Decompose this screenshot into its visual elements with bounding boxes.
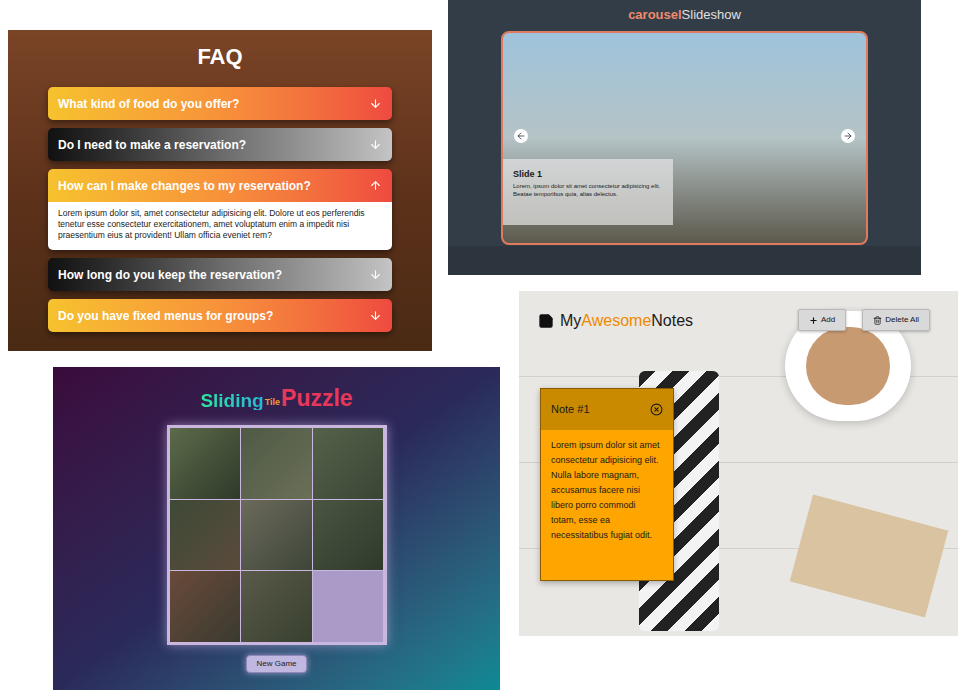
add-button[interactable]: Add — [798, 309, 846, 331]
faq-item: Do you have fixed menus for groups? — [48, 299, 392, 332]
faq-answer: Lorem ipsum dolor sit, amet consectetur … — [48, 202, 392, 250]
faq-item: Do I need to make a reservation? — [48, 128, 392, 161]
puzzle-tile[interactable] — [170, 428, 241, 499]
faq-item: How can I make changes to my reservation… — [48, 169, 392, 250]
plus-icon — [809, 316, 818, 325]
faq-title: FAQ — [197, 44, 242, 70]
slide-text: Lorem, ipsum dolor sit amet consectetur … — [513, 182, 663, 198]
puzzle-board — [167, 425, 387, 645]
arrow-left-icon — [516, 131, 526, 141]
slide-caption: Slide 1 Lorem, ipsum dolor sit amet conse… — [503, 159, 673, 225]
note-icon — [538, 313, 554, 329]
carousel-title: carouselSlideshow — [628, 7, 741, 23]
faq-question[interactable]: Do I need to make a reservation? — [48, 128, 392, 161]
slide-title: Slide 1 — [513, 169, 663, 180]
puzzle-title: SlidingTilePuzzle — [200, 387, 352, 410]
carousel-footer — [448, 246, 921, 275]
trash-icon — [873, 316, 882, 325]
arrow-up-icon — [369, 179, 382, 192]
slide-frame: Slide 1 Lorem, ipsum dolor sit amet conse… — [501, 31, 868, 245]
faq-item: How long do you keep the reservation? — [48, 258, 392, 291]
puzzle-tile[interactable] — [170, 571, 241, 642]
empty-tile — [313, 571, 384, 642]
carousel-panel: carouselSlideshow Slide 1 Lorem, ipsum dol… — [448, 0, 921, 275]
faq-question[interactable]: What kind of food do you offer? — [48, 87, 392, 120]
puzzle-tile[interactable] — [241, 500, 312, 571]
puzzle-tile[interactable] — [241, 571, 312, 642]
arrow-down-icon — [369, 138, 382, 151]
notes-logo: MyAwesomeNotes — [538, 311, 693, 331]
faq-question[interactable]: How can I make changes to my reservation… — [48, 169, 392, 202]
faq-panel: FAQ What kind of food do you offer? Do I n… — [8, 30, 432, 351]
arrow-down-icon — [369, 309, 382, 322]
arrow-down-icon — [369, 268, 382, 281]
delete-all-button[interactable]: Delete All — [862, 309, 930, 331]
puzzle-panel: SlidingTilePuzzle New Game — [53, 367, 500, 690]
arrow-right-icon — [843, 131, 853, 141]
faq-question[interactable]: Do you have fixed menus for groups? — [48, 299, 392, 332]
next-button[interactable] — [841, 129, 855, 143]
note-header: Note #1 — [541, 389, 673, 430]
puzzle-tile[interactable] — [170, 500, 241, 571]
notes-panel: MyAwesomeNotes Add Delete All Note #1Lorem … — [519, 291, 958, 636]
arrow-down-icon — [369, 97, 382, 110]
note-card: Note #1Lorem ipsum dolor sit amet consec… — [540, 388, 674, 581]
close-icon[interactable] — [650, 403, 663, 416]
toolbar: Add Delete All — [798, 309, 930, 331]
new-game-button[interactable]: New Game — [246, 655, 306, 673]
puzzle-tile[interactable] — [241, 428, 312, 499]
puzzle-tile[interactable] — [313, 428, 384, 499]
note-body[interactable]: Lorem ipsum dolor sit amet consectetur a… — [541, 430, 673, 580]
faq-question[interactable]: How long do you keep the reservation? — [48, 258, 392, 291]
collage: FAQ What kind of food do you offer? Do I n… — [0, 0, 969, 690]
puzzle-tile[interactable] — [313, 500, 384, 571]
faq-list: What kind of food do you offer? Do I need… — [48, 87, 392, 332]
envelope — [790, 494, 949, 617]
faq-item: What kind of food do you offer? — [48, 87, 392, 120]
prev-button[interactable] — [514, 129, 528, 143]
